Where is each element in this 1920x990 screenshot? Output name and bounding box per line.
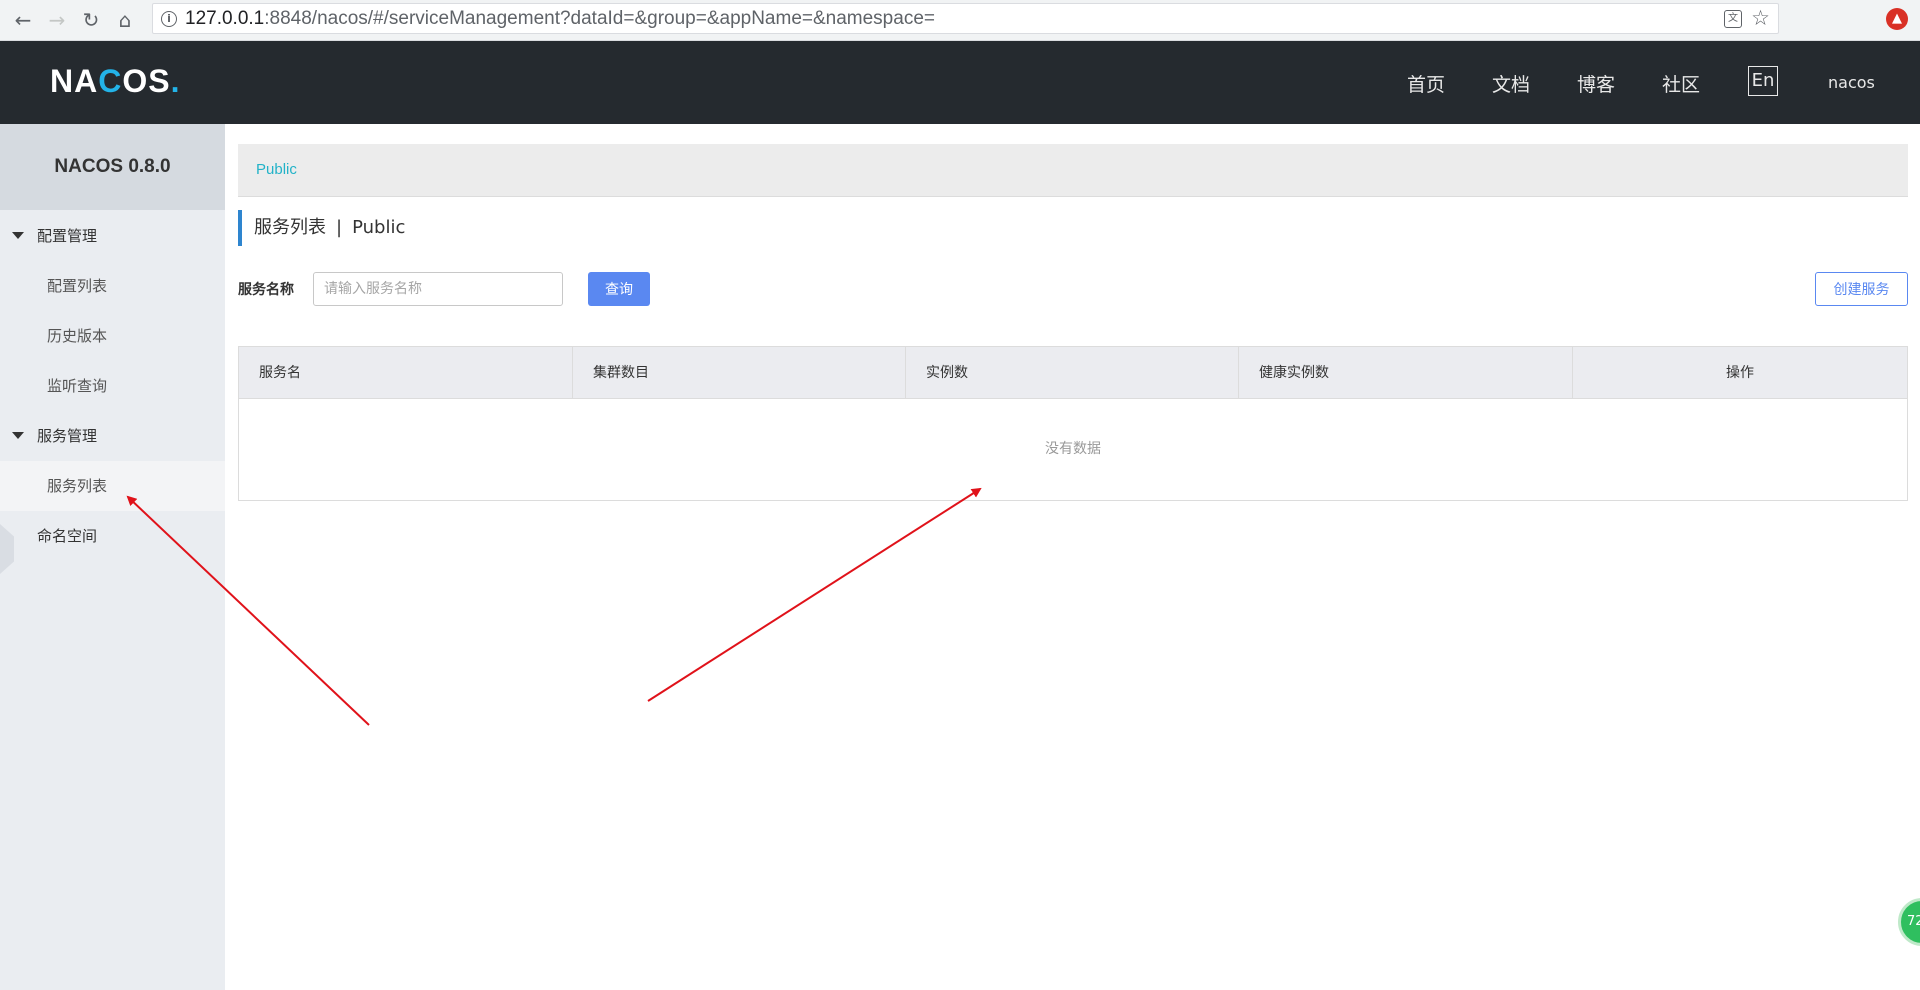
sidebar-group-config[interactable]: 配置管理 <box>0 211 225 261</box>
sidebar-item-listener-query[interactable]: 监听查询 <box>0 361 225 411</box>
home-icon[interactable]: ⌂ <box>112 7 138 33</box>
sidebar-title: NACOS 0.8.0 <box>0 124 225 210</box>
nav-docs-link[interactable]: 文档 <box>1492 70 1530 97</box>
nav-blog-link[interactable]: 博客 <box>1577 70 1615 97</box>
annotation-arrow-right <box>647 487 982 702</box>
column-header-actions: 操作 <box>1726 365 1754 381</box>
user-menu[interactable]: nacos <box>1828 73 1875 92</box>
address-bar[interactable]: i 127.0.0.1:8848/nacos/#/serviceManageme… <box>152 3 1779 34</box>
sidebar-item-service-list[interactable]: 服务列表 <box>0 461 225 511</box>
sidebar-item-config-list[interactable]: 配置列表 <box>0 261 225 311</box>
page-title-text: 服务列表 <box>254 217 326 238</box>
bookmark-star-icon[interactable]: ☆ <box>1751 4 1770 33</box>
column-header-service-name: 服务名 <box>239 347 573 399</box>
page-title-separator: | <box>336 217 343 238</box>
sidebar-item-history[interactable]: 历史版本 <box>0 311 225 361</box>
back-arrow-icon[interactable]: ← <box>10 7 36 33</box>
column-header-healthy-count: 健康实例数 <box>1239 347 1573 399</box>
sidebar-item-label: 历史版本 <box>47 327 108 345</box>
column-header-instance-count: 实例数 <box>906 347 1239 399</box>
table-header: 服务名 集群数目 实例数 健康实例数 操作 <box>239 347 1907 399</box>
service-name-input[interactable] <box>313 272 563 306</box>
language-switch-button[interactable]: En <box>1748 66 1778 96</box>
service-table: 服务名 集群数目 实例数 健康实例数 操作 没有数据 <box>238 346 1908 501</box>
namespace-public-link[interactable]: Public <box>256 161 297 178</box>
sidebar-group-service[interactable]: 服务管理 <box>0 411 225 461</box>
extension-icon[interactable]: ▲ <box>1886 8 1908 30</box>
page-title-namespace: Public <box>352 217 406 238</box>
reload-icon[interactable]: ↻ <box>78 7 104 33</box>
breadcrumb: Public <box>238 144 1908 197</box>
floating-widget-button[interactable]: 72 <box>1898 898 1920 946</box>
nav-home-link[interactable]: 首页 <box>1407 70 1445 97</box>
forward-arrow-icon[interactable]: → <box>44 7 70 33</box>
query-button[interactable]: 查询 <box>588 272 650 306</box>
caret-down-icon <box>12 432 24 439</box>
sidebar-item-label: 配置列表 <box>47 277 108 295</box>
sidebar-item-label: 监听查询 <box>47 377 108 395</box>
sidebar-group-label: 服务管理 <box>37 427 98 445</box>
sidebar-group-label: 配置管理 <box>37 227 98 245</box>
url-text[interactable]: 127.0.0.1:8848/nacos/#/serviceManagement… <box>185 4 935 33</box>
column-header-cluster-count: 集群数目 <box>573 347 906 399</box>
top-header: NACOS. 首页 文档 博客 社区 En nacos <box>0 41 1920 124</box>
caret-down-icon <box>12 232 24 239</box>
translate-icon[interactable]: 文 <box>1724 10 1742 28</box>
sidebar-item-label: 服务列表 <box>47 477 108 495</box>
sidebar-item-label: 命名空间 <box>37 527 98 545</box>
empty-state: 没有数据 <box>1045 441 1101 457</box>
page-title: 服务列表 | Public <box>238 210 405 246</box>
nav-community-link[interactable]: 社区 <box>1662 70 1700 97</box>
site-info-icon[interactable]: i <box>161 11 177 27</box>
nacos-logo[interactable]: NACOS. <box>50 63 180 100</box>
sidebar: NACOS 0.8.0 配置管理 配置列表 历史版本 监听查询 服务管理 服务列… <box>0 124 225 990</box>
browser-toolbar: ← → ↻ ⌂ i 127.0.0.1:8848/nacos/#/service… <box>0 0 1920 41</box>
create-service-button[interactable]: 创建服务 <box>1815 272 1908 306</box>
service-name-label: 服务名称 <box>238 282 294 298</box>
sidebar-item-namespace[interactable]: 命名空间 <box>0 511 225 561</box>
